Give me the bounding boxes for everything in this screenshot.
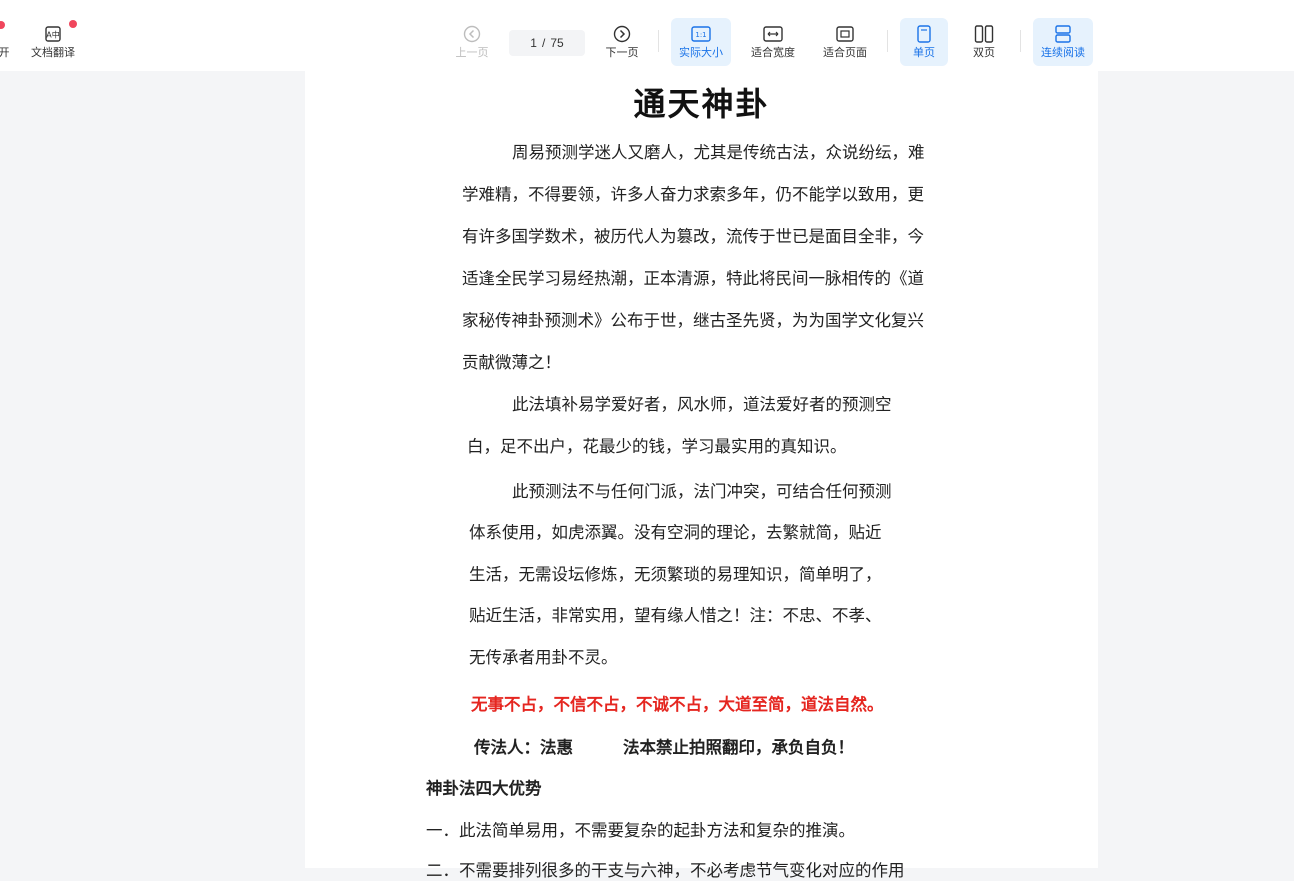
chevron-right-circle-icon <box>612 24 632 44</box>
single-page-button[interactable]: 单页 <box>900 18 948 66</box>
document-page[interactable]: 通天神卦 周易预测学迷人又磨人，尤其是传统古法，众说纷纭，难 学难精，不得要领，… <box>305 71 1098 880</box>
text-line: 贴近生活，非常实用，望有缘人惜之！注：不忠、不孝、 <box>469 606 882 625</box>
text-line: 此预测法不与任何门派，法门冲突，可结合任何预测 <box>512 482 892 501</box>
motto-text: 无事不占，不信不占，不诚不占，大道至简，道法自然。 <box>471 695 884 714</box>
fit-page-label: 适合页面 <box>823 46 867 59</box>
text-line: 生活，无需设坛修炼，无须繁琐的易理知识，简单明了， <box>469 565 882 584</box>
current-page-number: 1 <box>530 36 537 50</box>
transmitter-text: 传法人：法惠 <box>474 738 573 757</box>
double-page-icon <box>974 24 994 44</box>
fit-width-label: 适合宽度 <box>751 46 795 59</box>
text-line: 体系使用，如虎添翼。没有空洞的理论，去繁就简，贴近 <box>469 523 882 542</box>
next-page-label: 下一页 <box>605 46 639 59</box>
toolbar-divider <box>1020 30 1021 52</box>
actual-size-button[interactable]: 1:1 实际大小 <box>671 18 731 66</box>
translate-label: 文档翻译 <box>31 46 75 59</box>
actual-size-label: 实际大小 <box>679 46 723 59</box>
continuous-reading-label: 连续阅读 <box>1041 46 1085 59</box>
text-line: 有许多国学数术，被历代人为篡改，流传于世已是面目全非，今 <box>462 227 924 246</box>
chevron-left-circle-icon <box>462 24 482 44</box>
continuous-reading-icon <box>1053 24 1073 44</box>
toolbar-divider <box>658 30 659 52</box>
text-line: 学难精，不得要领，许多人奋力求索多年，仍不能学以致用，更 <box>462 185 924 204</box>
text-line: 周易预测学迷人又磨人，尤其是传统古法，众说纷纭，难 <box>512 143 925 162</box>
truncated-tool-label: 开 <box>0 46 10 59</box>
list-item: 一．此法简单易用，不需要复杂的起卦方法和复杂的推演。 <box>426 821 855 840</box>
fit-page-button[interactable]: 适合页面 <box>815 18 875 66</box>
continuous-reading-button[interactable]: 连续阅读 <box>1033 18 1093 66</box>
translate-icon: A中 <box>43 24 63 44</box>
total-pages: 75 <box>550 36 564 50</box>
single-page-label: 单页 <box>913 46 935 59</box>
single-page-icon <box>914 24 934 44</box>
page-separator: / <box>541 36 546 50</box>
fit-page-icon <box>835 24 855 44</box>
next-page-button[interactable]: 下一页 <box>598 18 646 66</box>
actual-size-icon: 1:1 <box>691 24 711 44</box>
double-page-button[interactable]: 双页 <box>960 18 1008 66</box>
document-title: 通天神卦 <box>633 85 770 123</box>
fit-width-button[interactable]: 适合宽度 <box>743 18 803 66</box>
svg-text:A中: A中 <box>46 30 59 40</box>
text-line: 白，足不出户，花最少的钱，学习最实用的真知识。 <box>467 437 847 456</box>
list-item: 二．不需要排列很多的干支与六神，不必考虑节气变化对应的作用 <box>426 861 905 880</box>
section-heading: 神卦法四大优势 <box>426 779 542 798</box>
toolbar: 开 A中 文档翻译 上一页 1 / 75 下一页 1:1 实际大小 适合宽度 适… <box>0 0 1294 71</box>
text-line: 无传承者用卦不灵。 <box>469 648 618 667</box>
text-line: 适逢全民学习易经热潮，正本清源，特此将民间一脉相传的《道 <box>462 269 924 288</box>
translate-notification-dot <box>69 20 77 28</box>
double-page-label: 双页 <box>973 46 995 59</box>
svg-text:1:1: 1:1 <box>695 31 706 39</box>
fit-width-icon <box>763 24 783 44</box>
text-line: 此法填补易学爱好者，风水师，道法爱好者的预测空 <box>512 395 892 414</box>
prev-page-label: 上一页 <box>455 46 489 59</box>
page-indicator[interactable]: 1 / 75 <box>509 30 585 56</box>
toolbar-divider <box>887 30 888 52</box>
copyright-notice: 法本禁止拍照翻印，承负自负！ <box>623 738 854 757</box>
prev-page-button[interactable]: 上一页 <box>448 18 496 66</box>
text-line: 家秘传神卦预测术》公布于世，继古圣先贤，为为国学文化复兴 <box>462 311 924 330</box>
text-line: 贡献微薄之！ <box>462 353 561 372</box>
